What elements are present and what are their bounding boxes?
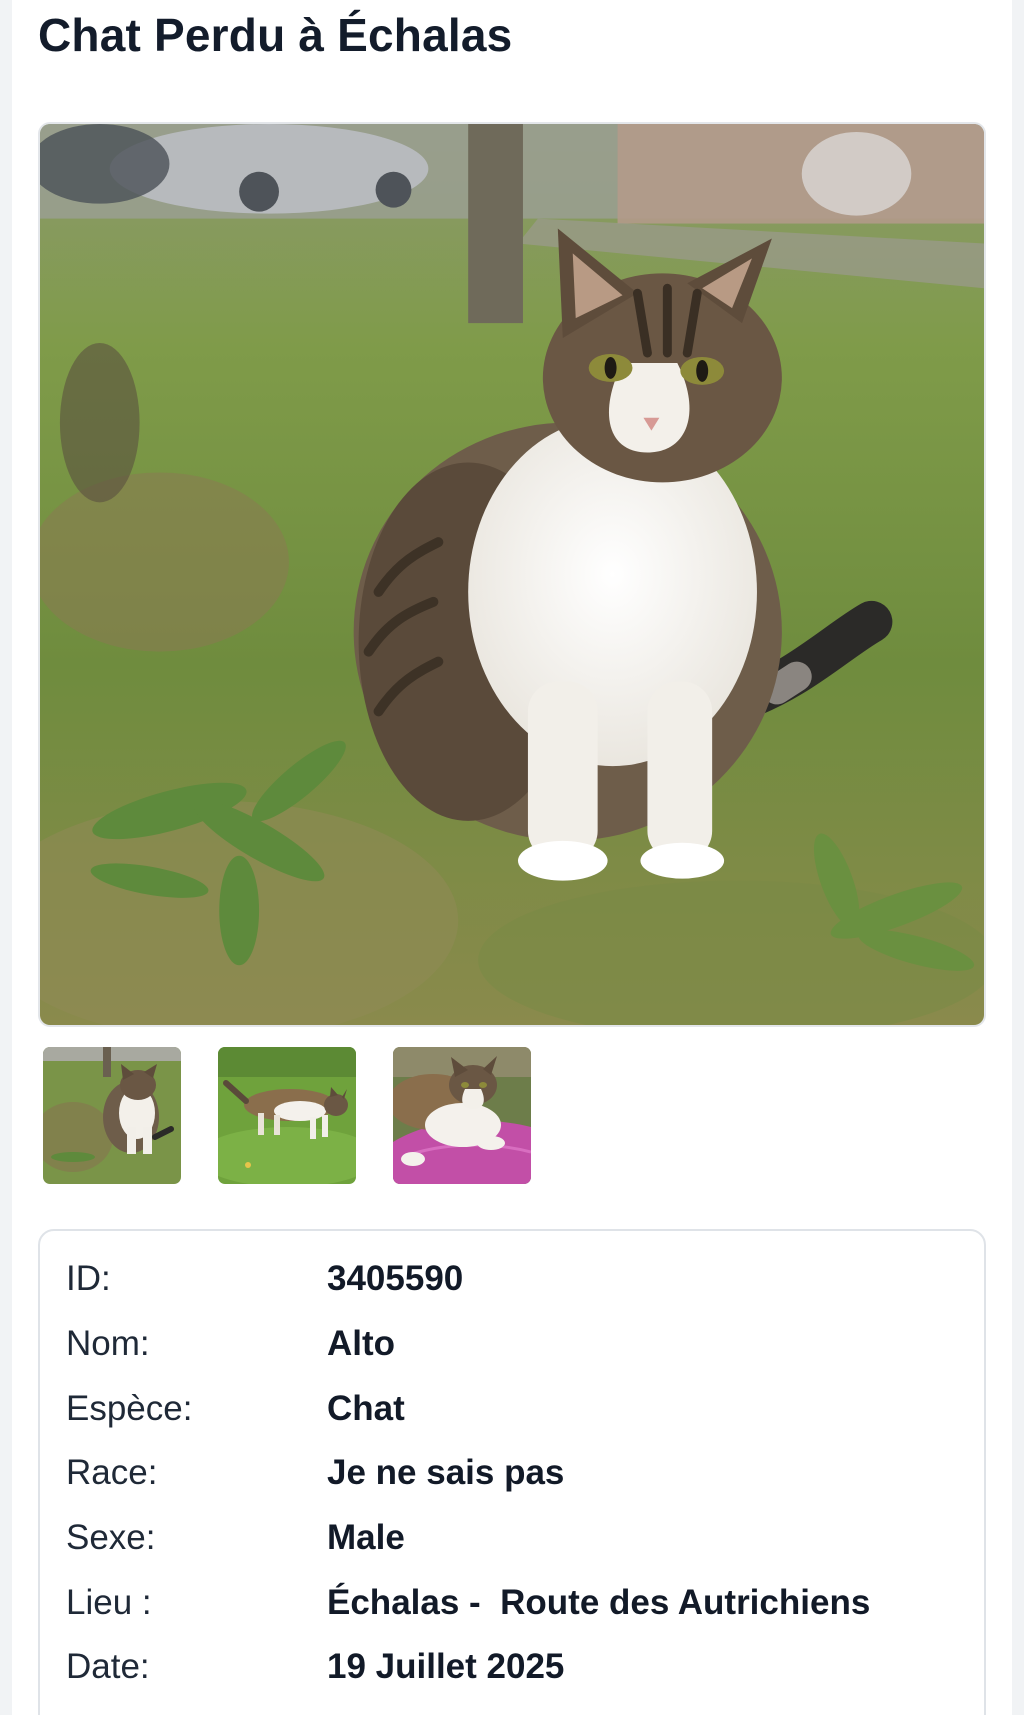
thumbnail-3[interactable] <box>393 1047 531 1184</box>
detail-row-sex: Sexe: Male <box>40 1507 984 1569</box>
page: Chat Perdu à Échalas ID: 3405590 Nom: Al… <box>12 0 1012 1715</box>
details-card: ID: 3405590 Nom: Alto Espèce: Chat Race:… <box>38 1229 986 1715</box>
detail-label-id: ID: <box>66 1259 111 1298</box>
thumbnail-1[interactable] <box>43 1047 181 1184</box>
detail-value-date: 19 Juillet 2025 <box>327 1647 565 1686</box>
detail-label-date: Date: <box>66 1647 150 1686</box>
detail-value-location: Échalas - Route des Autrichiens <box>327 1583 871 1622</box>
detail-value-id: 3405590 <box>327 1259 464 1298</box>
detail-label-sex: Sexe: <box>66 1518 156 1557</box>
thumbnail-3-illustration <box>393 1047 531 1184</box>
detail-label-location: Lieu : <box>66 1583 152 1622</box>
detail-value-name: Alto <box>327 1324 396 1363</box>
detail-row-id: ID: 3405590 <box>40 1248 984 1310</box>
detail-row-date: Date: 19 Juillet 2025 <box>40 1636 984 1698</box>
detail-label-species: Espèce: <box>66 1389 193 1428</box>
thumbnail-1-illustration <box>43 1047 181 1184</box>
detail-row-breed: Race: Je ne sais pas <box>40 1442 984 1504</box>
detail-value-breed: Je ne sais pas <box>327 1453 565 1492</box>
detail-value-species: Chat <box>327 1389 405 1428</box>
thumbnail-2-illustration <box>218 1047 356 1184</box>
detail-row-species: Espèce: Chat <box>40 1378 984 1440</box>
detail-row-name: Nom: Alto <box>40 1313 984 1375</box>
thumbnail-strip <box>43 1047 531 1184</box>
detail-label-name: Nom: <box>66 1324 150 1363</box>
detail-label-breed: Race: <box>66 1453 158 1492</box>
thumbnail-2[interactable] <box>218 1047 356 1184</box>
page-title: Chat Perdu à Échalas <box>38 9 513 61</box>
main-cat-photo-illustration <box>40 124 984 1025</box>
main-cat-photo[interactable] <box>38 122 986 1027</box>
detail-value-sex: Male <box>327 1518 405 1557</box>
detail-row-location: Lieu : Échalas - Route des Autrichiens <box>40 1572 984 1634</box>
